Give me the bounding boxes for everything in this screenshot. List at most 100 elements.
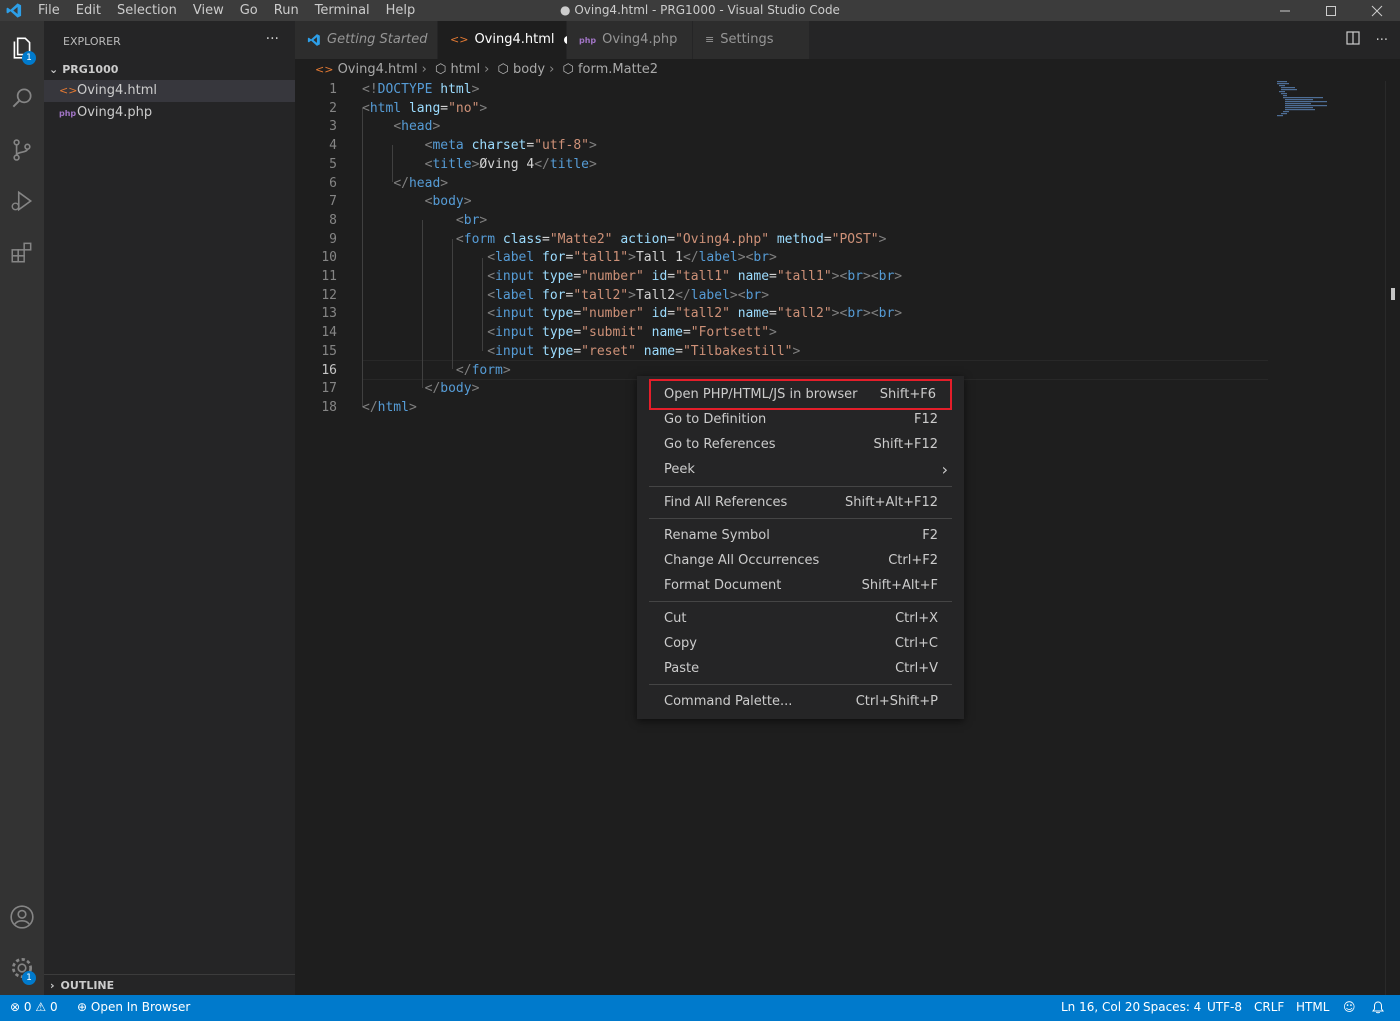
run-debug-icon [11,190,33,212]
code-line[interactable]: </form> [362,362,511,381]
menu-item-format-document[interactable]: Format Document Shift+Alt+F [649,573,952,598]
more-actions-icon[interactable]: ··· [1376,33,1388,48]
menu-item-paste[interactable]: Paste Ctrl+V [649,656,952,681]
line-number: 4 [329,138,337,154]
code-line[interactable]: <label for="tall1">Tall 1</label><br> [362,249,777,268]
menu-help[interactable]: Help [378,0,424,21]
menu-item-peek[interactable]: Peek › [649,457,952,482]
code-line[interactable]: <meta charset="utf-8"> [362,137,597,156]
menu-item-label: Change All Occurrences [664,553,820,568]
menu-view[interactable]: View [185,0,232,21]
menu-item-cut[interactable]: Cut Ctrl+X [649,606,952,631]
extensions-button[interactable] [0,230,44,274]
notifications-bell-icon[interactable] [1372,995,1384,1019]
account-icon [10,905,34,929]
code-line[interactable]: <form class="Matte2" action="Oving4.php"… [362,231,887,250]
breadcrumb-item[interactable]: form.Matte2 [578,62,658,77]
code-line[interactable]: <title>Øving 4</title> [362,156,597,175]
tab-oving4-html[interactable]: <> Oving4.html [438,21,573,59]
cursor-position[interactable]: Ln 16, Col 20 [1061,995,1140,1019]
menu-item-go-to-definition[interactable]: Go to Definition F12 [649,407,952,432]
menu-item-open-php-html-js-in-browser[interactable]: Open PHP/HTML/JS in browser Shift+F6 [649,379,952,410]
breadcrumb-item[interactable]: html [450,62,480,77]
source-control-button[interactable] [0,128,44,172]
activity-bar: 1 1 [0,21,44,995]
explorer-header: EXPLORER [63,35,121,48]
code-line[interactable]: </html> [362,399,417,418]
line-number: 7 [329,194,337,210]
menu-item-go-to-references[interactable]: Go to References Shift+F12 [649,432,952,457]
tab-getting-started[interactable]: Getting Started [295,21,438,59]
language-mode[interactable]: HTML [1296,995,1329,1019]
code-line[interactable]: <html lang="no"> [362,100,487,119]
menu-item-shortcut: Shift+Alt+F12 [845,495,938,510]
end-of-line[interactable]: CRLF [1254,995,1284,1019]
menu-item-copy[interactable]: Copy Ctrl+C [649,631,952,656]
menu-separator [649,486,952,487]
code-line[interactable]: <!DOCTYPE html> [362,81,479,100]
file-oving4-html[interactable]: <>Oving4.html [44,80,295,102]
menu-bar: File Edit Selection View Go Run Terminal… [30,0,423,21]
code-line[interactable]: <label for="tall2">Tall2</label><br> [362,287,769,306]
file-label: Oving4.php [77,105,153,120]
menu-item-shortcut: Ctrl+F2 [888,553,938,568]
minimap[interactable] [1275,81,1385,121]
manage-button[interactable]: 1 [0,946,44,990]
line-number: 2 [329,100,337,116]
maximize-icon[interactable] [1308,0,1354,21]
indentation[interactable]: Spaces: 4 [1143,995,1201,1019]
menu-terminal[interactable]: Terminal [307,0,378,21]
tab-label: Getting Started [327,32,428,47]
file-oving4-php[interactable]: phpOving4.php [44,102,295,124]
code-line[interactable]: <br> [362,212,487,231]
breadcrumb-item[interactable]: Oving4.html [338,62,418,77]
accounts-button[interactable] [0,895,44,939]
search-button[interactable] [0,76,44,120]
menu-file[interactable]: File [30,0,68,21]
php-file-icon: php [59,109,77,118]
settings-badge: 1 [22,971,36,985]
line-number: 18 [321,399,337,415]
minimize-icon[interactable] [1262,0,1308,21]
line-number: 1 [329,82,337,97]
code-line[interactable]: <input type="number" id="tall2" name="ta… [362,305,902,324]
outline-section[interactable]: › OUTLINE [44,974,295,996]
menu-item-label: Go to References [664,437,776,452]
menu-selection[interactable]: Selection [109,0,185,21]
folder-prg1000[interactable]: ⌄ PRG1000 [44,59,295,81]
line-number: 12 [321,287,337,303]
run-debug-button[interactable] [0,179,44,223]
chevron-right-icon: › [549,62,555,77]
code-line[interactable]: <input type="submit" name="Fortsett"> [362,324,777,343]
tab-oving4-php[interactable]: php Oving4.php [567,21,693,59]
tab-settings[interactable]: ≡ Settings [693,21,810,59]
open-in-browser-button[interactable]: ⊕ Open In Browser [77,995,190,1019]
feedback-icon[interactable]: ☺ [1343,995,1356,1019]
menu-edit[interactable]: Edit [68,0,109,21]
close-icon[interactable] [1354,0,1400,21]
error-icon: ⊗ [10,1000,21,1014]
menu-item-change-all-occurrences[interactable]: Change All Occurrences Ctrl+F2 [649,548,952,573]
menu-item-shortcut: Ctrl+X [895,611,938,626]
menu-item-command-palette[interactable]: Command Palette... Ctrl+Shift+P [649,689,952,714]
code-line[interactable]: <input type="number" id="tall1" name="ta… [362,268,902,287]
code-line[interactable]: </head> [362,175,448,194]
code-line[interactable]: <input type="reset" name="Tilbakestill"> [362,343,800,362]
vertical-scrollbar[interactable] [1385,81,1400,995]
menu-run[interactable]: Run [266,0,307,21]
code-line[interactable]: <body> [362,193,472,212]
code-line[interactable]: <head> [362,118,440,137]
breadcrumb-item[interactable]: body [513,62,545,77]
menu-item-find-all-references[interactable]: Find All References Shift+Alt+F12 [649,490,952,515]
more-actions-icon[interactable]: ··· [266,31,279,47]
globe-icon: ⊕ [77,1000,88,1014]
menu-item-shortcut: Shift+Alt+F [861,578,938,593]
explorer-button[interactable]: 1 [0,26,44,70]
error-count: 0 [23,1000,32,1014]
encoding[interactable]: UTF-8 [1207,995,1242,1019]
problems-indicator[interactable]: ⊗ 0 ⚠ 0 [10,995,58,1019]
code-line[interactable]: </body> [362,380,480,399]
menu-go[interactable]: Go [232,0,266,21]
menu-item-rename-symbol[interactable]: Rename Symbol F2 [649,523,952,548]
split-editor-icon[interactable] [1345,31,1360,49]
